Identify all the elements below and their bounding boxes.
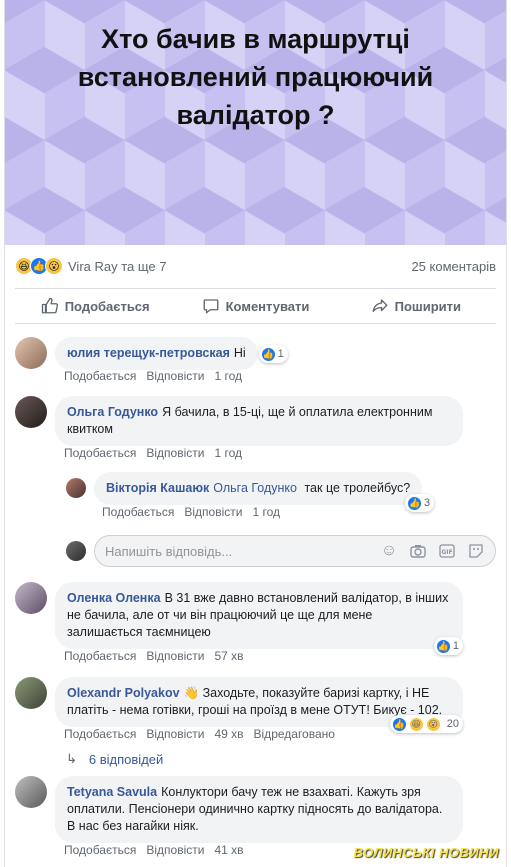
reply-arrow-icon: ↳: [66, 751, 77, 766]
comment: юлия терещук-петровская Ні 👍 1: [15, 337, 495, 370]
like-button-label: Подобається: [64, 298, 150, 314]
comment-meta: Подобається Відповісти 1 год: [64, 369, 252, 383]
comment-like-link[interactable]: Подобається: [64, 446, 136, 460]
mention-link[interactable]: Ольга Годунко: [213, 481, 297, 495]
comment-bubble: Ольга Годунко Я бачила, в 15-ці, ще й опл…: [55, 396, 463, 446]
avatar: [66, 541, 86, 561]
reaction-count: 3: [424, 496, 431, 509]
comment-reply-link[interactable]: Відповісти: [146, 649, 204, 663]
like-reaction-icon: 👍: [435, 638, 451, 654]
view-replies-link[interactable]: ↳ 6 відповідей: [66, 751, 163, 767]
reaction-icons[interactable]: 😆 👍 😮: [15, 257, 63, 275]
post-hero-title: Хто бачив в маршрутці встановлений працю…: [77, 24, 434, 130]
svg-text:GIF: GIF: [441, 549, 452, 556]
comments-count[interactable]: 25 коментарів: [411, 259, 496, 274]
comment-meta: Подобається Відповісти 1 год: [64, 446, 252, 460]
comment-author[interactable]: Tetyana Savula: [67, 785, 157, 799]
comment-bubble: Tetyana Savula Конлуктори бачу теж не вза…: [55, 776, 463, 843]
comment-reply-link[interactable]: Відповісти: [184, 505, 242, 519]
comment: Olexandr Polyakov 👋 Заходьте, показуйте б…: [15, 677, 495, 733]
share-button-label: Поширити: [394, 298, 462, 314]
comment-reaction-badge[interactable]: 👍 1: [433, 637, 463, 655]
comment-author[interactable]: Olexandr Polyakov: [67, 686, 180, 700]
reactions-names[interactable]: Vira Ray та ще 7: [68, 259, 167, 274]
comment-button-label: Коментувати: [225, 298, 310, 314]
reply-input-placeholder: Напишіть відповідь...: [105, 543, 233, 559]
reactions-summary: 😆 👍 😮 Vira Ray та ще 7 25 коментарів: [15, 255, 496, 277]
comment-bubble: Вікторія Кашаюк Ольга Годунко так це трол…: [94, 472, 435, 512]
comment: Ольга Годунко Я бачила, в 15-ці, ще й опл…: [15, 396, 495, 446]
reaction-count: 20: [446, 717, 459, 730]
comment-like-link[interactable]: Подобається: [64, 727, 136, 741]
comment-time[interactable]: 1 год: [214, 446, 242, 460]
post-actions-bar: Подобається Коментувати Поширити: [15, 288, 496, 324]
avatar[interactable]: [15, 337, 47, 369]
comment-like-link[interactable]: Подобається: [64, 369, 136, 383]
comment-meta: Подобається Відповісти 57 хв: [64, 649, 254, 663]
comment-author[interactable]: Ольга Годунко: [67, 405, 158, 419]
reply-composer: Напишіть відповідь... ☺ GIF: [66, 535, 496, 567]
comment-time[interactable]: 57 хв: [214, 649, 243, 663]
comment-author[interactable]: юлия терещук-петровская: [67, 346, 230, 360]
comment-reaction-badge[interactable]: 👍 😆 😮 20: [389, 715, 463, 733]
comment: Tetyana Savula Конлуктори бачу теж не вза…: [15, 776, 495, 843]
avatar[interactable]: [15, 582, 47, 614]
comment-reaction-badge[interactable]: 👍 1: [258, 345, 288, 363]
emoji-icon[interactable]: ☺: [380, 542, 398, 560]
comment-author[interactable]: Оленка Оленка: [67, 591, 161, 605]
share-arrow-icon: [372, 299, 388, 312]
wow-reaction-icon: 😮: [425, 716, 441, 732]
share-button[interactable]: Поширити: [336, 289, 496, 323]
like-button[interactable]: Подобається: [15, 289, 175, 323]
comment-like-link[interactable]: Подобається: [64, 843, 136, 857]
comment-bubble: юлия терещук-петровская Ні 👍 1: [55, 337, 288, 370]
like-reaction-icon: 👍: [407, 495, 423, 511]
camera-icon[interactable]: [409, 542, 427, 560]
watermark-logo: ВОЛИНСЬКІ НОВИНИ: [353, 845, 499, 860]
comment-reply-link[interactable]: Відповісти: [146, 446, 204, 460]
comment-reply-link[interactable]: Відповісти: [146, 369, 204, 383]
comment-time[interactable]: 49 хв: [214, 727, 243, 741]
reaction-count: 1: [277, 347, 284, 360]
comment-meta: Подобається Відповісти 49 хв Відредаговано: [64, 727, 345, 741]
edited-label[interactable]: Відредаговано: [254, 727, 335, 741]
like-reaction-icon: 👍: [260, 346, 276, 362]
view-replies-label: 6 відповідей: [88, 751, 164, 767]
reply-comment: Вікторія Кашаюк Ольга Годунко так це трол…: [66, 472, 496, 512]
post-hero-image[interactable]: Хто бачив в маршрутці встановлений працю…: [5, 0, 506, 245]
wow-reaction-icon: 😮: [45, 257, 63, 275]
avatar[interactable]: [15, 776, 47, 808]
comment-button[interactable]: Коментувати: [175, 289, 335, 323]
comment-reply-link[interactable]: Відповісти: [146, 727, 204, 741]
comment-text: Ні: [233, 346, 246, 360]
comment-text: так це тролейбус?: [304, 481, 411, 495]
comment-like-link[interactable]: Подобається: [64, 649, 136, 663]
sticker-icon[interactable]: [467, 542, 485, 560]
comment-bubble: Olexandr Polyakov 👋 Заходьте, показуйте б…: [55, 677, 463, 733]
comment-author[interactable]: Вікторія Кашаюк: [106, 481, 209, 495]
avatar[interactable]: [15, 677, 47, 709]
comment-meta: Подобається Відповісти 1 год: [102, 505, 290, 519]
gif-icon[interactable]: GIF: [438, 542, 456, 560]
comment-time[interactable]: 41 хв: [214, 843, 243, 857]
comment-like-link[interactable]: Подобається: [102, 505, 174, 519]
comment: Оленка Оленка В 31 вже давно встановлений…: [15, 582, 495, 655]
thumbs-up-icon: [41, 297, 58, 314]
comment-icon: [203, 299, 219, 314]
comment-bubble: Оленка Оленка В 31 вже давно встановлений…: [55, 582, 463, 655]
comment-time[interactable]: 1 год: [214, 369, 242, 383]
comment-meta: Подобається Відповісти 41 хв: [64, 843, 254, 857]
like-reaction-icon: 👍: [391, 716, 407, 732]
avatar[interactable]: [15, 396, 47, 428]
comment-reply-link[interactable]: Відповісти: [146, 843, 204, 857]
haha-reaction-icon: 😆: [408, 716, 424, 732]
reaction-count: 1: [452, 639, 459, 652]
reply-input[interactable]: Напишіть відповідь... ☺ GIF: [94, 535, 496, 567]
comment-reaction-badge[interactable]: 👍 3: [405, 494, 435, 512]
avatar[interactable]: [66, 478, 86, 498]
comment-time[interactable]: 1 год: [252, 505, 280, 519]
